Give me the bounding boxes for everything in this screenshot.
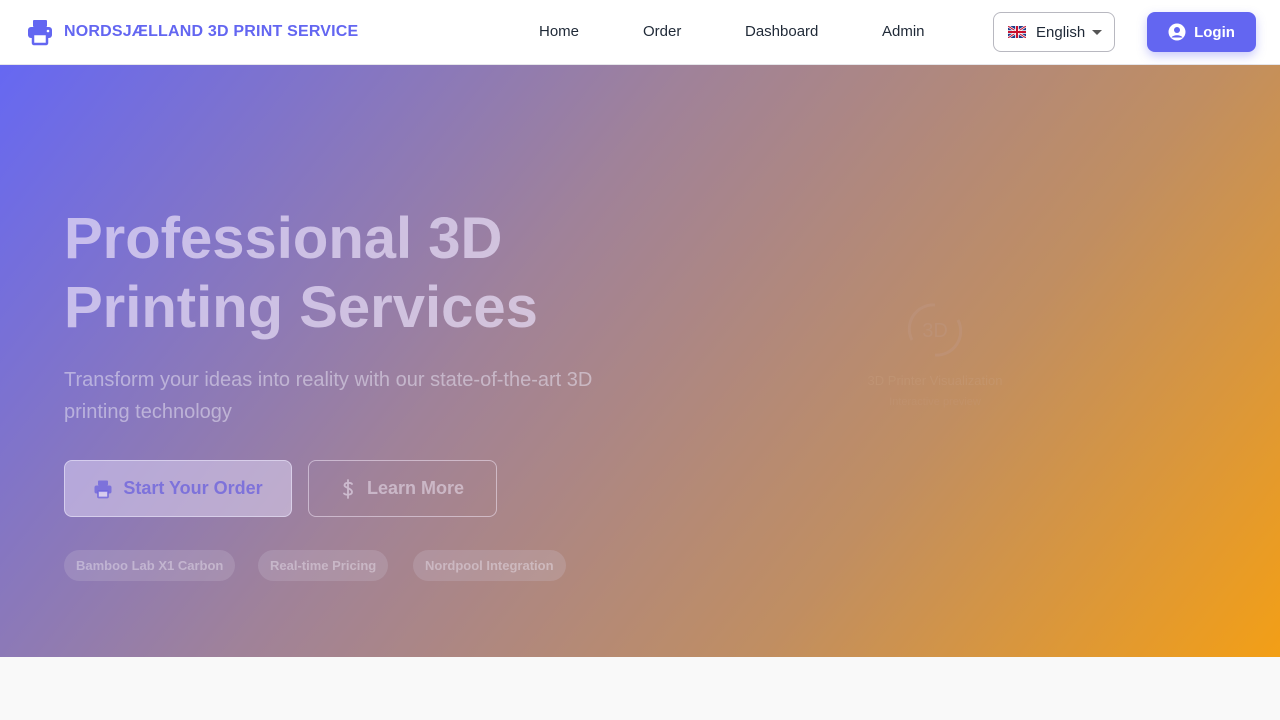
nav-home[interactable]: Home xyxy=(539,23,579,40)
hero-subtitle: Transform your ideas into reality with o… xyxy=(64,369,593,423)
visualization-subtitle: Interactive preview xyxy=(889,396,981,408)
login-button[interactable]: Login xyxy=(1147,12,1256,52)
language-label: English xyxy=(1036,23,1086,41)
svg-text:3D: 3D xyxy=(922,320,948,342)
navbar: NORDSJÆLLAND 3D PRINT SERVICE Home Order… xyxy=(0,0,1280,65)
badge-printer: Bamboo Lab X1 Carbon xyxy=(64,550,236,581)
nav-admin[interactable]: Admin xyxy=(882,23,925,40)
language-select[interactable]: English xyxy=(993,12,1115,52)
learn-more-label: Learn More xyxy=(366,478,465,498)
rotate-3d-icon: 3D xyxy=(907,303,963,357)
chevron-down-icon xyxy=(1092,30,1102,35)
printer-icon xyxy=(94,480,112,498)
nav-dashboard[interactable]: Dashboard xyxy=(745,23,818,40)
badge-nordpool: Nordpool Integration xyxy=(413,550,566,581)
hero-title: Professional 3D Printing Services xyxy=(64,206,538,340)
start-order-button[interactable]: Start Your Order xyxy=(64,460,292,517)
visualization-title: 3D Printer Visualization xyxy=(867,373,1003,388)
printer-visualization: 3D 3D Printer Visualization Interactive … xyxy=(840,295,1030,408)
badge-pricing: Real-time Pricing xyxy=(258,550,389,581)
uk-flag-icon xyxy=(1008,26,1026,38)
dollar-icon xyxy=(343,478,353,499)
user-circle-icon xyxy=(1168,23,1186,41)
nav-order[interactable]: Order xyxy=(643,23,681,40)
hero-section: Professional 3D Printing Services Transf… xyxy=(0,65,1280,657)
login-label: Login xyxy=(1194,23,1235,41)
learn-more-button[interactable]: Learn More xyxy=(308,460,497,517)
start-order-label: Start Your Order xyxy=(123,478,263,498)
